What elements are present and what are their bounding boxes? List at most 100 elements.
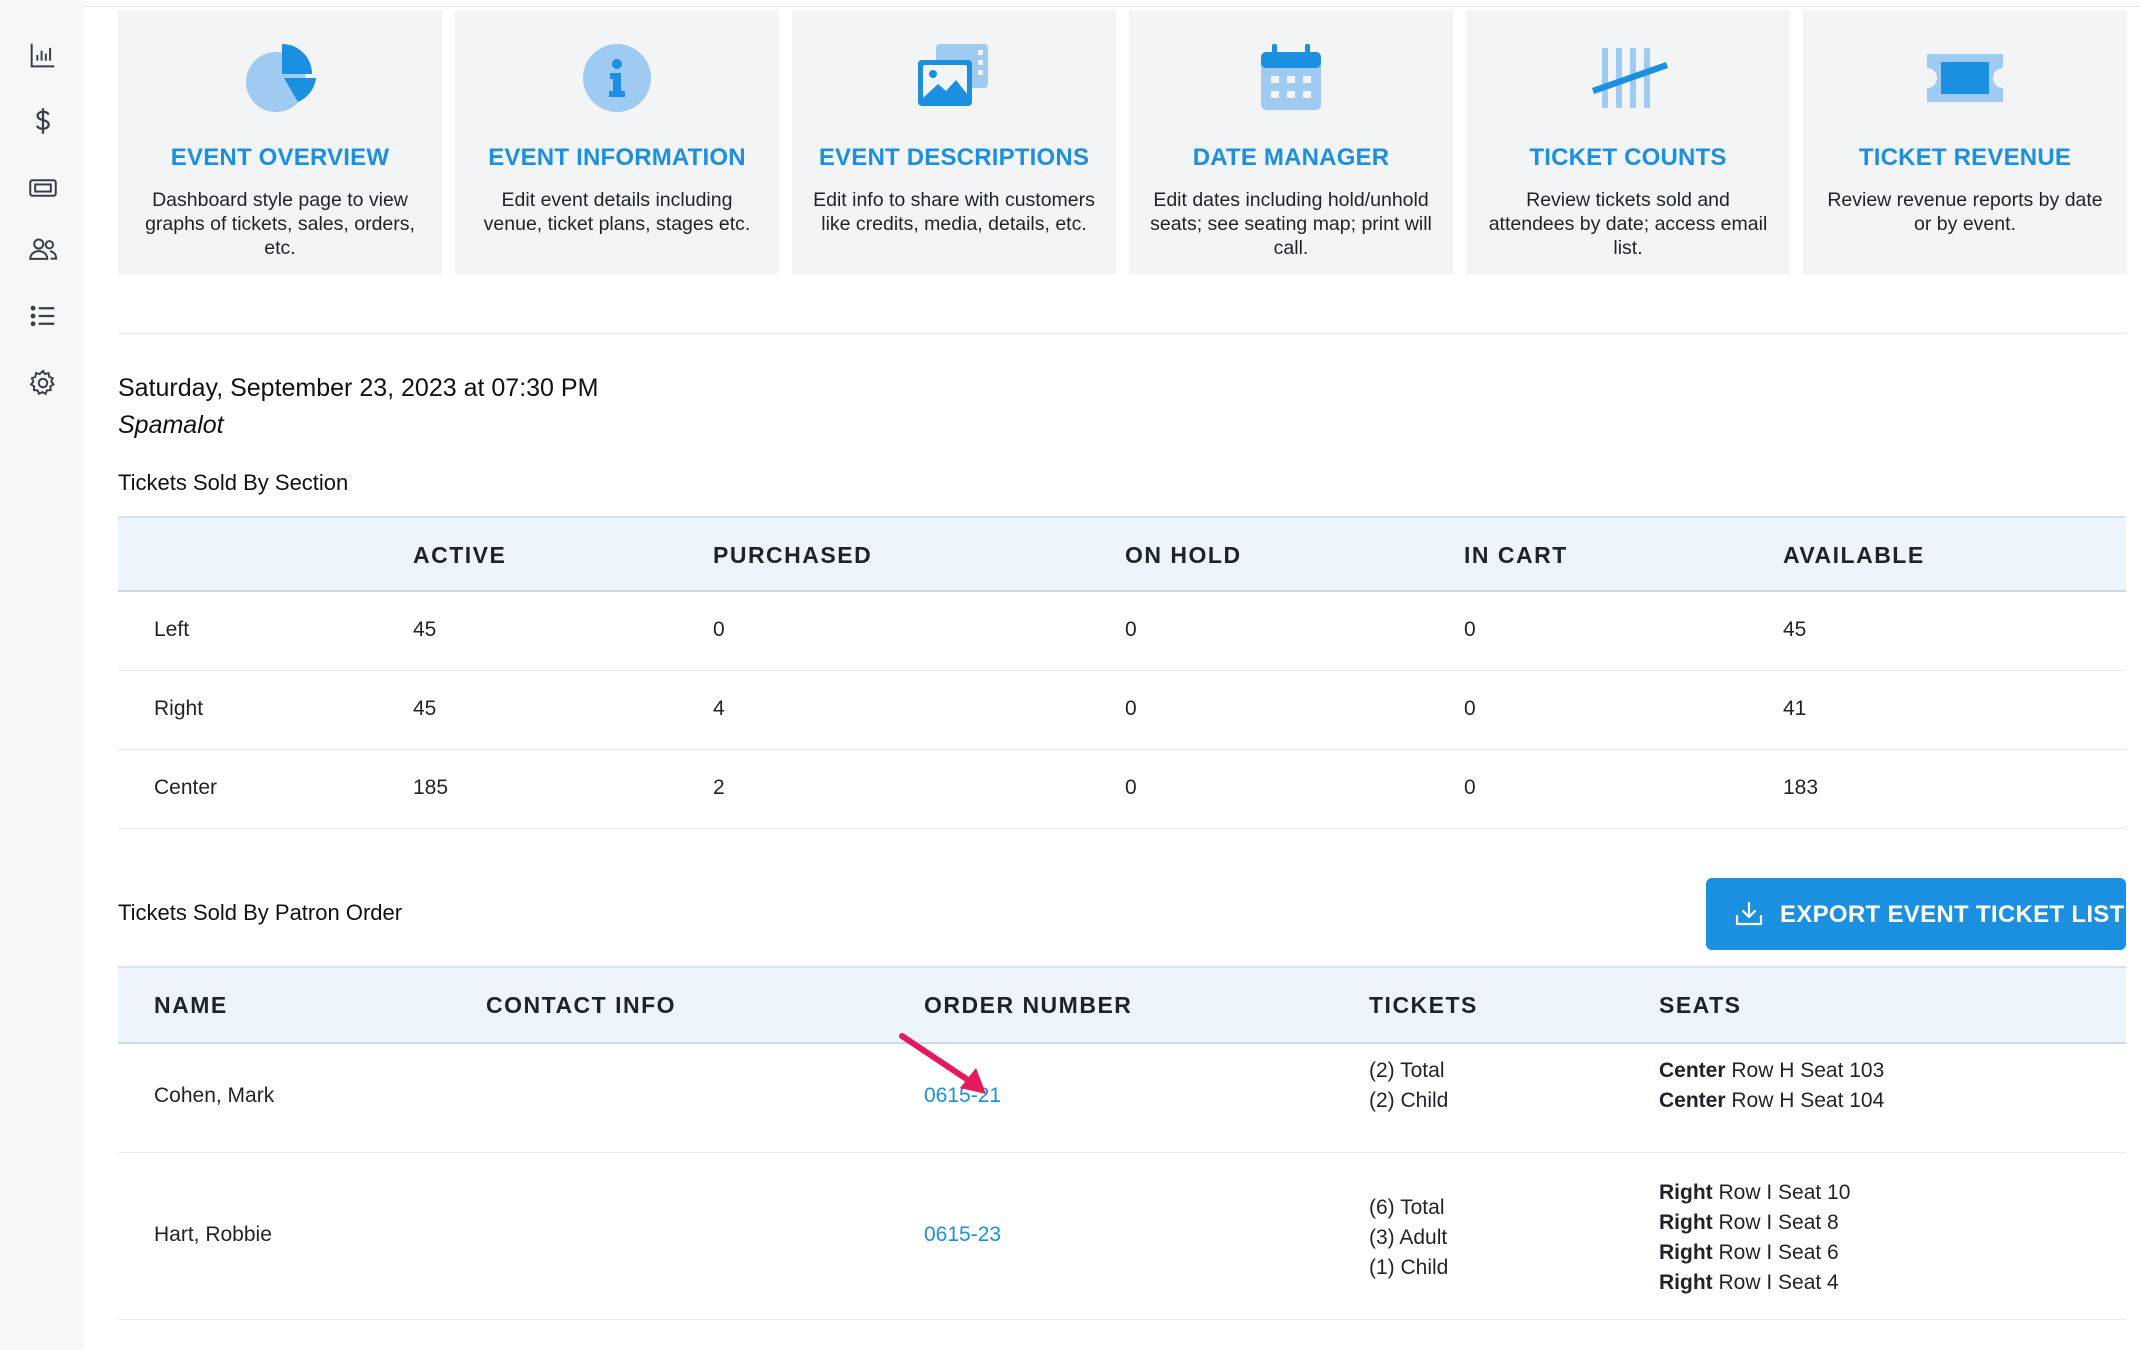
section-name: Left	[154, 618, 190, 641]
gear-icon[interactable]	[26, 366, 60, 400]
export-event-ticket-list-button[interactable]: EXPORT EVENT TICKET LIST	[1706, 878, 2126, 950]
seat-section: Right	[1659, 1271, 1713, 1294]
bar-chart-icon[interactable]	[26, 38, 60, 72]
card-title: EVENT INFORMATION	[488, 144, 746, 171]
event-datetime: Saturday, September 23, 2023 at 07:30 PM	[118, 374, 599, 402]
seat-list: Right Row I Seat 10 Right Row I Seat 8 R…	[1659, 1178, 1850, 1298]
card-ticket-revenue[interactable]: TICKET REVENUE Review revenue reports by…	[1803, 10, 2127, 274]
available-count: 183	[1783, 776, 1819, 799]
section-table-label: Tickets Sold By Section	[118, 470, 349, 495]
event-show-name: Spamalot	[118, 411, 224, 439]
card-description: Dashboard style page to view graphs of t…	[145, 189, 415, 259]
column-header: SEATS	[1659, 992, 1742, 1018]
ticket-summary: (2) Total (2) Child	[1369, 1056, 1448, 1116]
order-number-link[interactable]: 0615-23	[924, 1223, 1001, 1247]
table-header: ACTIVE PURCHASED ON HOLD IN CART AVAILAB…	[118, 516, 2126, 592]
in-cart-count: 0	[1464, 776, 1476, 799]
column-header: CONTACT INFO	[486, 992, 677, 1018]
info-icon	[577, 38, 657, 118]
purchased-count: 4	[713, 697, 725, 720]
purchased-count: 0	[713, 618, 725, 641]
column-header: TICKETS	[1369, 992, 1478, 1018]
seat-section: Center	[1659, 1059, 1726, 1082]
calendar-icon	[1251, 38, 1331, 118]
seat-detail: Row I Seat 8	[1712, 1211, 1839, 1234]
patron-name: Cohen, Mark	[154, 1084, 275, 1107]
sidebar	[0, 0, 84, 1350]
images-icon	[914, 38, 994, 118]
column-header: ORDER NUMBER	[924, 992, 1133, 1018]
annotation-arrow-icon	[896, 1030, 996, 1100]
card-description: Edit dates including hold/unhold seats; …	[1150, 189, 1432, 259]
seat-list: Center Row H Seat 103 Center Row H Seat …	[1659, 1056, 1884, 1116]
ticket-line: (2) Total	[1369, 1059, 1445, 1082]
in-cart-count: 0	[1464, 697, 1476, 720]
card-title: DATE MANAGER	[1192, 144, 1390, 171]
table-row: Hart, Robbie 0615-23 (6) Total (3) Adult…	[118, 1153, 2126, 1320]
table-row: Right 45 4 0 0 41	[118, 671, 2126, 750]
patron-table-label: Tickets Sold By Patron Order	[118, 900, 403, 925]
available-count: 41	[1783, 697, 1807, 720]
tally-icon	[1588, 38, 1668, 118]
column-header: ACTIVE	[413, 542, 507, 568]
seat-detail: Row H Seat 103	[1725, 1059, 1885, 1082]
download-icon	[1734, 900, 1764, 928]
export-button-label: EXPORT EVENT TICKET LIST	[1780, 901, 2125, 928]
seat-line: Right Row I Seat 4	[1659, 1268, 1850, 1298]
column-header: ON HOLD	[1125, 542, 1242, 568]
column-header: PURCHASED	[713, 542, 873, 568]
seat-detail: Row I Seat 6	[1712, 1241, 1839, 1264]
seat-section: Right	[1659, 1211, 1713, 1234]
seat-section: Right	[1659, 1181, 1713, 1204]
card-event-information[interactable]: EVENT INFORMATION Edit event details inc…	[455, 10, 779, 274]
ticket-line: (6) Total	[1369, 1196, 1445, 1219]
ticket-line: (1) Child	[1369, 1256, 1449, 1279]
seat-detail: Row H Seat 104	[1725, 1089, 1885, 1112]
card-title: EVENT OVERVIEW	[170, 144, 390, 171]
in-cart-count: 0	[1464, 618, 1476, 641]
seat-line: Right Row I Seat 8	[1659, 1208, 1850, 1238]
on-hold-count: 0	[1125, 697, 1137, 720]
main-content: EVENT OVERVIEW Dashboard style page to v…	[84, 0, 2140, 1350]
seat-line: Right Row I Seat 6	[1659, 1238, 1850, 1268]
active-count: 45	[413, 618, 437, 641]
table-header: NAME CONTACT INFO ORDER NUMBER TICKETS S…	[118, 966, 2126, 1044]
ticket-line: (3) Adult	[1369, 1226, 1448, 1249]
active-count: 45	[413, 697, 437, 720]
ticket-icon	[1925, 38, 2005, 118]
card-event-overview[interactable]: EVENT OVERVIEW Dashboard style page to v…	[118, 10, 442, 274]
card-ticket-counts[interactable]: TICKET COUNTS Review tickets sold and at…	[1466, 10, 1790, 274]
section-name: Right	[154, 697, 204, 720]
patron-name: Hart, Robbie	[154, 1223, 272, 1246]
column-header: AVAILABLE	[1783, 542, 1925, 568]
card-title: TICKET COUNTS	[1529, 144, 1727, 171]
column-header: IN CART	[1464, 542, 1568, 568]
table-row: Left 45 0 0 0 45	[118, 592, 2126, 671]
ticket-summary: (6) Total (3) Adult (1) Child	[1369, 1193, 1448, 1283]
card-title: EVENT DESCRIPTIONS	[818, 144, 1090, 171]
table-row: Center 185 2 0 0 183	[118, 750, 2126, 829]
card-description: Edit info to share with customers like c…	[813, 189, 1095, 235]
ticket-icon[interactable]	[26, 171, 60, 205]
section-divider	[118, 333, 2126, 334]
list-icon[interactable]	[26, 299, 60, 333]
ticket-line: (2) Child	[1369, 1089, 1449, 1112]
available-count: 45	[1783, 618, 1807, 641]
seat-detail: Row I Seat 4	[1712, 1271, 1839, 1294]
purchased-count: 2	[713, 776, 725, 799]
table-row: Cohen, Mark 0615-21 (2) Total (2) Child …	[118, 1044, 2126, 1153]
card-description: Review revenue reports by date or by eve…	[1827, 189, 2103, 235]
pie-chart-icon	[240, 38, 320, 118]
dollar-icon[interactable]	[26, 104, 60, 138]
users-icon[interactable]	[26, 232, 60, 266]
card-title: TICKET REVENUE	[1858, 144, 2072, 171]
card-event-descriptions[interactable]: EVENT DESCRIPTIONS Edit info to share wi…	[792, 10, 1116, 274]
seat-section: Center	[1659, 1089, 1726, 1112]
feature-cards: EVENT OVERVIEW Dashboard style page to v…	[118, 10, 2127, 274]
on-hold-count: 0	[1125, 776, 1137, 799]
card-date-manager[interactable]: DATE MANAGER Edit dates including hold/u…	[1129, 10, 1453, 274]
section-name: Center	[154, 776, 218, 799]
seat-line: Right Row I Seat 10	[1659, 1178, 1850, 1208]
seat-section: Right	[1659, 1241, 1713, 1264]
card-description: Edit event details including venue, tick…	[483, 189, 751, 235]
